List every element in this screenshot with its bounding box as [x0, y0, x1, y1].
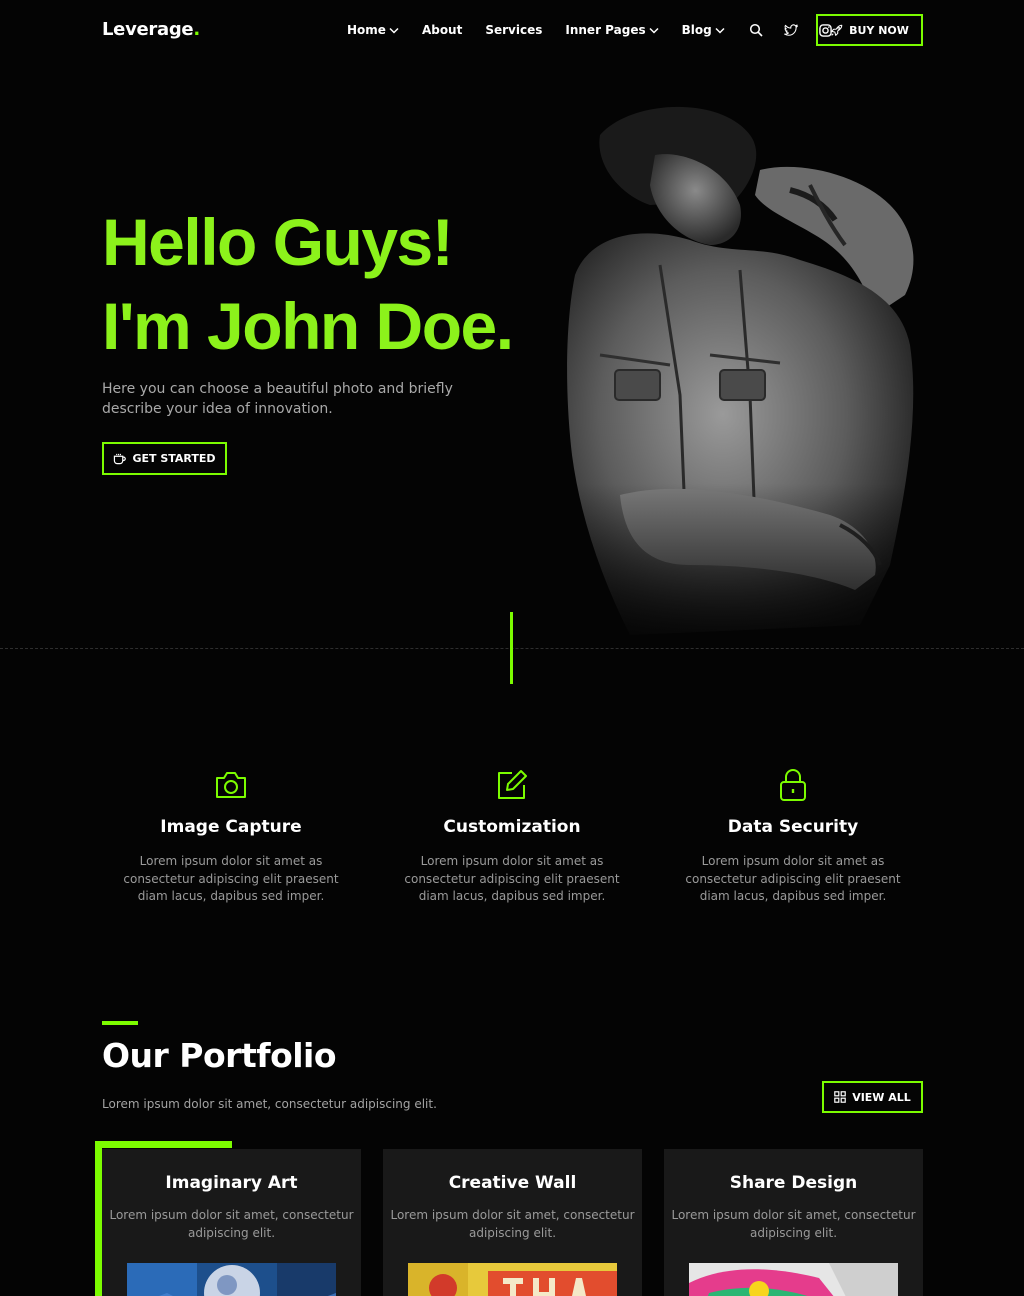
- nav-item-blog[interactable]: Blog: [682, 23, 725, 37]
- nav-item-inner-pages[interactable]: Inner Pages: [565, 23, 659, 37]
- portfolio-card-creative-wall[interactable]: Creative Wall Lorem ipsum dolor sit amet…: [383, 1149, 642, 1296]
- card-title: Share Design: [729, 1173, 858, 1193]
- card-text: Lorem ipsum dolor sit amet, consectetur …: [671, 1208, 916, 1240]
- card-text: Lorem ipsum dolor sit amet, consectetur …: [109, 1208, 354, 1240]
- feature-title: Data Security: [727, 817, 859, 837]
- view-all-button[interactable]: VIEW ALL: [822, 1081, 923, 1113]
- rocket-icon: [831, 24, 843, 36]
- camera-icon: [211, 765, 251, 805]
- site-header: Leverage. Home About Services Inner Page…: [0, 0, 1024, 64]
- portfolio-accent-bar: [102, 1021, 138, 1025]
- twitter-icon[interactable]: [783, 22, 799, 38]
- card-text: Lorem ipsum dolor sit amet, consectetur …: [390, 1208, 635, 1240]
- nav-item-label: Services: [485, 23, 543, 37]
- chevron-down-icon: [715, 27, 725, 34]
- buy-now-label: BUY NOW: [849, 23, 909, 37]
- nav-item-services[interactable]: Services: [485, 23, 542, 37]
- hero-description: Here you can choose a beautiful photo an…: [102, 381, 453, 417]
- edit-icon: [492, 765, 532, 805]
- portfolio-title: Our Portfolio: [102, 1036, 337, 1075]
- feature-title: Image Capture: [160, 817, 302, 837]
- brand-logo[interactable]: Leverage.: [102, 19, 200, 40]
- hero-title-line-2: I'm John Doe.: [102, 289, 514, 363]
- nav-item-label: Inner Pages: [565, 23, 646, 37]
- get-started-label: GET STARTED: [132, 452, 216, 465]
- hero-portrait-image: [560, 95, 930, 650]
- nav-item-label: Blog: [681, 23, 712, 37]
- portfolio-description: Lorem ipsum dolor sit amet, consectetur …: [102, 1097, 437, 1111]
- nav-item-label: Home: [347, 23, 386, 37]
- coffee-cup-icon: [114, 453, 127, 464]
- divider-accent-bar: [510, 612, 513, 684]
- feature-text: Lorem ipsum dolor sit amet as consectetu…: [404, 854, 620, 903]
- card-thumbnail-image: [127, 1263, 336, 1296]
- feature-title: Customization: [443, 817, 581, 837]
- grid-icon: [834, 1091, 846, 1103]
- feature-data-security: Data Security Lorem ipsum dolor sit amet…: [673, 765, 913, 906]
- card-title: Imaginary Art: [165, 1173, 298, 1193]
- view-all-label: VIEW ALL: [852, 1090, 911, 1104]
- hero-title-line-1: Hello Guys!: [102, 205, 454, 279]
- brand-name: Leverage: [102, 19, 194, 40]
- feature-text: Lorem ipsum dolor sit amet as consectetu…: [685, 854, 901, 903]
- card-thumbnail-image: [689, 1263, 898, 1296]
- main-nav: Home About Services Inner Pages Blog: [347, 22, 853, 38]
- portfolio-card-imaginary-art[interactable]: Imaginary Art Lorem ipsum dolor sit amet…: [102, 1149, 361, 1296]
- nav-item-label: About: [421, 23, 463, 37]
- card-title: Creative Wall: [448, 1173, 577, 1193]
- brand-dot: .: [193, 19, 200, 40]
- card-highlight-frame: [95, 1141, 232, 1148]
- lock-icon: [773, 765, 813, 805]
- feature-customization: Customization Lorem ipsum dolor sit amet…: [392, 765, 632, 906]
- nav-item-home[interactable]: Home: [347, 23, 399, 37]
- card-thumbnail-image: [408, 1263, 617, 1296]
- card-highlight-frame: [95, 1141, 102, 1296]
- feature-text: Lorem ipsum dolor sit amet as consectetu…: [123, 854, 339, 903]
- search-icon[interactable]: [748, 22, 764, 38]
- portfolio-card-share-design[interactable]: Share Design Lorem ipsum dolor sit amet,…: [664, 1149, 923, 1296]
- hero-title: Hello Guys! I'm John Doe.: [102, 200, 514, 368]
- nav-item-about[interactable]: About: [422, 23, 462, 37]
- chevron-down-icon: [649, 27, 659, 34]
- feature-image-capture: Image Capture Lorem ipsum dolor sit amet…: [111, 765, 351, 906]
- chevron-down-icon: [389, 27, 399, 34]
- get-started-button[interactable]: GET STARTED: [102, 442, 227, 475]
- buy-now-button[interactable]: BUY NOW: [816, 14, 923, 46]
